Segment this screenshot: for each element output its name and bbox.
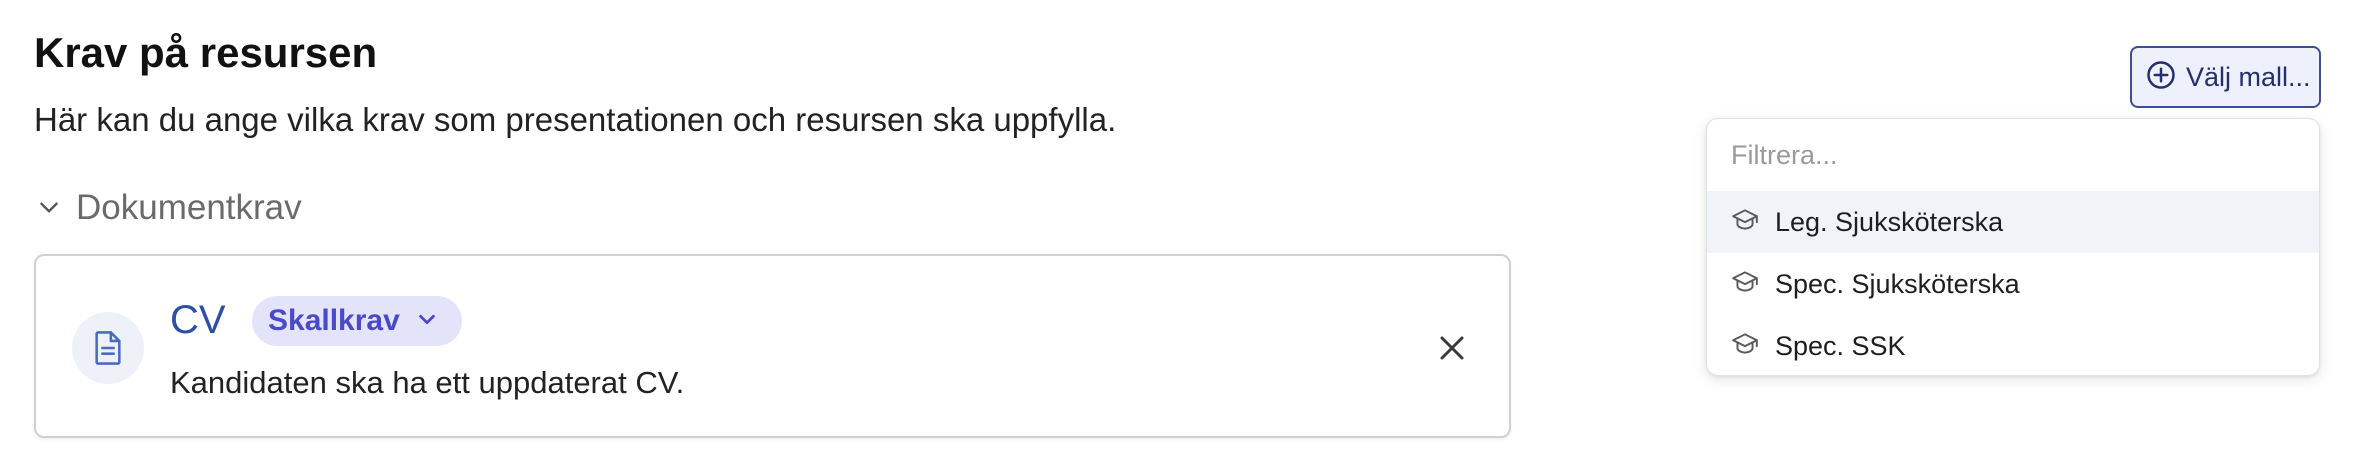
requirement-level-dropdown[interactable]: Skallkrav — [252, 296, 462, 346]
page-title: Krav på resursen — [34, 29, 378, 76]
graduation-cap-icon — [1731, 207, 1759, 238]
requirement-description: Kandidaten ska ha ett uppdaterat CV. — [170, 365, 685, 400]
graduation-cap-icon — [1731, 269, 1759, 300]
requirement-level-label: Skallkrav — [268, 304, 400, 337]
template-option-spec-sjukskoterska[interactable]: Spec. Sjuksköterska — [1707, 253, 2319, 315]
graduation-cap-icon — [1731, 331, 1759, 362]
section-label: Dokumentkrav — [76, 188, 302, 227]
template-option-spec-ssk[interactable]: Spec. SSK — [1707, 315, 2319, 375]
template-option-label: Leg. Sjuksköterska — [1775, 206, 2004, 237]
document-requirements-toggle[interactable]: Dokumentkrav — [34, 188, 302, 228]
chevron-down-icon — [416, 308, 438, 335]
template-option-leg-sjukskoterska[interactable]: Leg. Sjuksköterska — [1707, 191, 2319, 253]
chevron-down-icon — [34, 193, 64, 223]
close-icon — [1440, 336, 1464, 360]
plus-circle-icon — [2146, 60, 2176, 95]
requirement-name: CV — [170, 298, 226, 342]
document-icon — [72, 312, 144, 384]
template-option-label: Spec. SSK — [1775, 330, 1906, 361]
page-description: Här kan du ange vilka krav som presentat… — [34, 101, 1117, 138]
requirement-card: CV Skallkrav Kandidaten ska ha ett uppda… — [34, 254, 1511, 438]
remove-requirement-button[interactable] — [1432, 328, 1472, 368]
choose-template-button[interactable]: Välj mall... — [2130, 46, 2321, 108]
template-dropdown: Leg. Sjuksköterska Spec. Sjuksköterska S… — [1706, 118, 2320, 376]
filter-input[interactable] — [1707, 119, 2319, 191]
template-option-label: Spec. Sjuksköterska — [1775, 268, 2020, 299]
choose-template-label: Välj mall... — [2186, 61, 2311, 92]
